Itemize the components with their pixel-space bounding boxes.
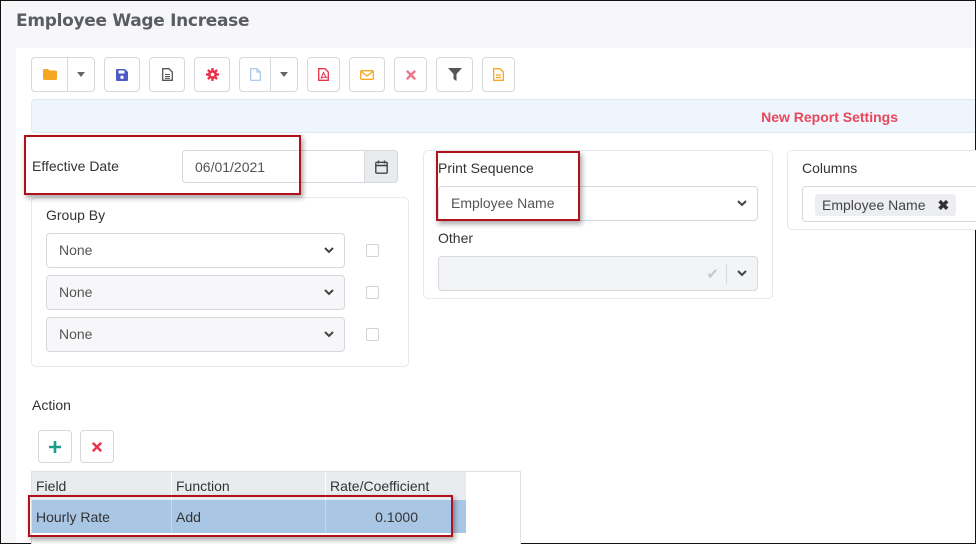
- new-dropdown-button[interactable]: [270, 58, 297, 91]
- column-header-function[interactable]: Function: [172, 472, 326, 500]
- report-icon: [493, 68, 504, 81]
- group-by-select-3[interactable]: None: [46, 317, 345, 352]
- document-icon: [161, 68, 173, 81]
- email-button-group: [349, 57, 385, 92]
- close-icon: [405, 69, 416, 80]
- filter-button[interactable]: [437, 58, 472, 91]
- effective-date-label: Effective Date: [32, 158, 119, 174]
- print-sequence-label: Print Sequence: [438, 160, 534, 176]
- select-separator: [726, 264, 727, 284]
- group-by-checkbox-2[interactable]: [366, 286, 379, 299]
- save-icon: [116, 68, 128, 81]
- print-sequence-value: Employee Name: [451, 195, 555, 211]
- delete-action-button[interactable]: [80, 430, 114, 463]
- cell-function[interactable]: Add: [172, 500, 326, 533]
- new-button[interactable]: [240, 58, 270, 91]
- report-settings-title: New Report Settings: [761, 109, 898, 125]
- group-by-select-1[interactable]: None: [46, 233, 345, 268]
- filter-icon: [447, 68, 462, 81]
- table-row[interactable]: Hourly Rate Add 0.1000: [32, 500, 466, 533]
- new-button-group: [239, 57, 298, 92]
- save-button[interactable]: [105, 58, 139, 91]
- report-button-group: [482, 57, 515, 92]
- plus-icon: [49, 440, 61, 453]
- other-select[interactable]: ✔: [438, 256, 758, 291]
- column-header-field[interactable]: Field: [32, 472, 172, 500]
- page-title: Employee Wage Increase: [16, 11, 250, 31]
- chevron-down-icon: [324, 247, 334, 254]
- remove-tag-icon[interactable]: ✖: [938, 197, 950, 214]
- settings-button[interactable]: [195, 58, 229, 91]
- open-button[interactable]: [32, 58, 67, 91]
- gear-icon: [205, 68, 219, 81]
- email-icon: [360, 69, 374, 80]
- caret-down-icon: [77, 72, 85, 77]
- check-icon: ✔: [706, 266, 719, 283]
- folder-icon: [42, 69, 57, 80]
- action-grid: Field Function Rate/Coefficient Hourly R…: [31, 471, 521, 544]
- print-sequence-select[interactable]: Employee Name: [438, 186, 758, 221]
- group-by-label: Group By: [46, 207, 106, 223]
- group-by-checkbox-3[interactable]: [366, 328, 379, 341]
- close-icon: [92, 441, 102, 452]
- group-by-value-3: None: [59, 326, 93, 342]
- columns-multiselect[interactable]: Employee Name ✖: [802, 186, 976, 222]
- group-by-value-2: None: [59, 284, 93, 300]
- chevron-down-icon: [324, 331, 334, 338]
- group-by-select-2[interactable]: None: [46, 275, 345, 310]
- delete-button[interactable]: [395, 58, 426, 91]
- group-by-checkbox-1[interactable]: [366, 244, 379, 257]
- grid-header: Field Function Rate/Coefficient: [32, 472, 466, 500]
- cell-rate[interactable]: 0.1000: [326, 500, 466, 533]
- filter-button-group: [436, 57, 473, 92]
- save-button-group: [104, 57, 140, 92]
- caret-down-icon: [280, 72, 288, 77]
- document-button-group: [149, 57, 185, 92]
- open-button-group: [31, 57, 95, 92]
- document-button[interactable]: [150, 58, 184, 91]
- pdf-button[interactable]: [308, 58, 339, 91]
- pdf-button-group: [307, 57, 340, 92]
- new-file-icon: [249, 68, 261, 81]
- effective-date-input[interactable]: 06/01/2021: [182, 150, 365, 183]
- open-dropdown-button[interactable]: [67, 58, 94, 91]
- delete-button-group: [394, 57, 427, 92]
- add-action-button[interactable]: [38, 430, 72, 463]
- column-header-rate[interactable]: Rate/Coefficient: [326, 472, 466, 500]
- group-by-value-1: None: [59, 242, 93, 258]
- email-button[interactable]: [350, 58, 384, 91]
- report-button[interactable]: [483, 58, 514, 91]
- toolbar: [31, 57, 515, 92]
- pdf-icon: [318, 68, 329, 81]
- cell-field[interactable]: Hourly Rate: [32, 500, 172, 533]
- chevron-down-icon: [737, 200, 747, 207]
- report-settings-bar: New Report Settings: [31, 99, 975, 133]
- column-tag: Employee Name ✖: [815, 194, 957, 216]
- column-tag-label: Employee Name: [822, 197, 926, 213]
- chevron-down-icon: [324, 289, 334, 296]
- other-label: Other: [438, 230, 474, 246]
- date-picker-button[interactable]: [364, 150, 398, 183]
- settings-button-group: [194, 57, 230, 92]
- chevron-down-icon: [737, 270, 747, 277]
- action-label: Action: [32, 397, 71, 413]
- columns-label: Columns: [802, 160, 858, 176]
- calendar-icon: [374, 160, 388, 174]
